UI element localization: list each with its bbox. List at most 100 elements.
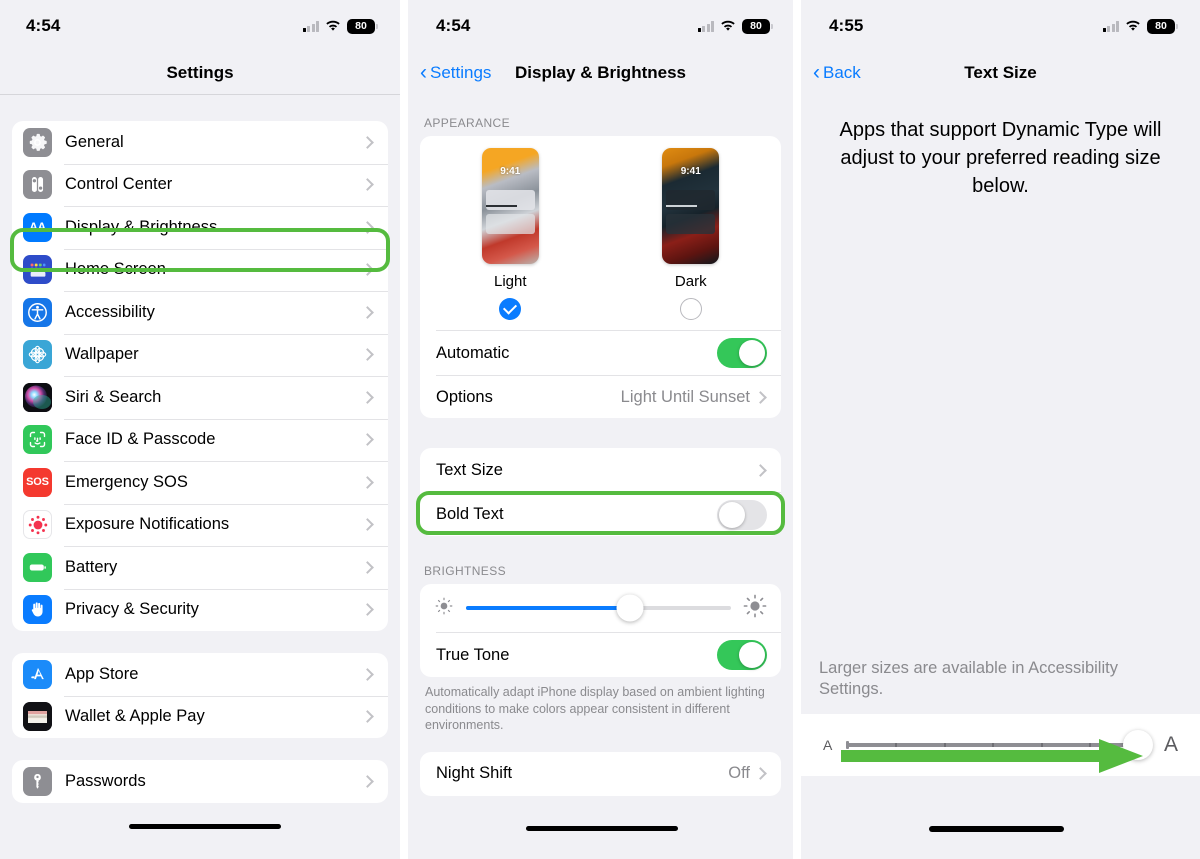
night-shift-card: Night Shift Off (420, 751, 781, 796)
appearance-option-dark[interactable]: 9:41 Dark (601, 148, 782, 320)
appearance-option-light[interactable]: 9:41 Light (420, 148, 601, 320)
gear-icon (23, 127, 52, 157)
settings-group-2: App Store Wallet & Apple Pay (12, 653, 388, 738)
sidebar-item-label: App Store (65, 664, 139, 683)
dark-wallpaper-preview: 9:41 (662, 148, 720, 264)
chevron-right-icon (361, 774, 374, 788)
cellular-bars-icon (302, 20, 319, 32)
cellular-bars-icon (1102, 20, 1119, 32)
sidebar-item-wallpaper[interactable]: Wallpaper (12, 333, 388, 377)
appearance-card: 9:41 Light 9:41 Dark Automatic Options L… (420, 136, 781, 418)
chevron-right-icon (361, 603, 374, 617)
chevron-right-icon (361, 475, 374, 489)
size-label-small: A (823, 737, 833, 753)
text-size-track[interactable] (846, 730, 1153, 760)
chevron-right-icon (754, 390, 767, 404)
page-title: Text Size (964, 63, 1037, 82)
sidebar-item-label: Passwords (65, 771, 146, 790)
sidebar-item-privacy-security[interactable]: Privacy & Security (12, 588, 388, 632)
sidebar-item-general[interactable]: General (12, 121, 388, 164)
battery-icon: 80 (347, 18, 378, 34)
status-indicators: 80 (1102, 18, 1178, 34)
bold-text-toggle[interactable] (717, 499, 767, 530)
preview-time: 9:41 (500, 166, 521, 177)
back-button-label: Settings (430, 63, 492, 82)
sidebar-item-label: Siri & Search (65, 387, 162, 406)
brightness-card: True Tone (420, 584, 781, 677)
sidebar-item-label: Wallpaper (65, 345, 139, 364)
home-screen-icon (23, 255, 52, 285)
navigation-bar: Settings (0, 52, 400, 94)
night-shift-label: Night Shift (436, 764, 513, 783)
bold-text-row[interactable]: Bold Text (420, 493, 781, 536)
battery-percent: 80 (355, 19, 367, 32)
automatic-toggle[interactable] (717, 338, 767, 368)
wifi-icon (720, 20, 736, 32)
control-center-icon (23, 170, 52, 200)
sidebar-item-home-screen[interactable]: Home Screen (12, 248, 388, 292)
navigation-bar: ‹ Back Text Size (801, 52, 1200, 94)
settings-list-panel: 4:54 80 Settings General Control Center … (0, 0, 400, 859)
brightness-high-icon (743, 594, 767, 623)
automatic-row[interactable]: Automatic (420, 331, 781, 375)
sidebar-item-exposure-notifications[interactable]: Exposure Notifications (12, 503, 388, 547)
display-brightness-panel: 4:54 80 ‹ Settings Display & Brightness … (408, 0, 793, 859)
true-tone-toggle[interactable] (717, 640, 767, 670)
light-radio-selected[interactable] (499, 298, 522, 320)
options-row[interactable]: Options Light Until Sunset (420, 376, 781, 418)
chevron-right-icon (754, 767, 767, 781)
accessibility-icon (23, 297, 52, 327)
text-size-thumb[interactable] (1122, 730, 1153, 760)
sidebar-item-wallet-apple-pay[interactable]: Wallet & Apple Pay (12, 695, 388, 739)
sidebar-item-app-store[interactable]: App Store (12, 653, 388, 696)
display-brightness-icon: AA (23, 212, 52, 242)
appearance-options: 9:41 Light 9:41 Dark (420, 136, 781, 330)
status-indicators: 80 (697, 18, 773, 34)
accessibility-note: Larger sizes are available in Accessibil… (819, 659, 1118, 699)
sidebar-item-display-brightness[interactable]: AA Display & Brightness (12, 206, 388, 249)
sidebar-item-battery[interactable]: Battery (12, 546, 388, 589)
sidebar-item-accessibility[interactable]: Accessibility (12, 291, 388, 334)
navigation-bar: ‹ Settings Display & Brightness (408, 52, 793, 94)
passwords-key-icon (23, 766, 52, 796)
dark-radio-unselected[interactable] (679, 298, 702, 320)
battery-icon: 80 (1147, 18, 1178, 34)
page-title: Settings (166, 63, 234, 82)
home-indicator (929, 826, 1064, 832)
sidebar-item-label: Battery (65, 557, 118, 576)
sidebar-item-label: Home Screen (65, 260, 166, 279)
brightness-section-header: BRIGHTNESS (424, 564, 507, 578)
sidebar-item-passwords[interactable]: Passwords (12, 760, 388, 803)
text-settings-card: Text Size Bold Text (420, 448, 781, 536)
true-tone-footnote: Automatically adapt iPhone display based… (425, 685, 765, 733)
sidebar-item-label: Exposure Notifications (65, 515, 230, 534)
text-size-panel: 4:55 80 ‹ Back Text Size Apps that suppo… (801, 0, 1200, 859)
sidebar-item-siri-search[interactable]: Siri & Search (12, 376, 388, 419)
home-indicator (526, 826, 678, 831)
wifi-icon (325, 20, 341, 32)
chevron-left-icon: ‹ (420, 60, 427, 84)
chevron-right-icon (361, 710, 374, 724)
home-indicator (129, 824, 281, 829)
settings-group-1: General Control Center AA Display & Brig… (12, 121, 388, 631)
dynamic-type-description: Apps that support Dynamic Type will adju… (839, 119, 1162, 197)
wallet-icon (23, 702, 52, 732)
back-button[interactable]: ‹ Back (813, 62, 861, 83)
sidebar-item-face-id-passcode[interactable]: Face ID & Passcode (12, 418, 388, 462)
sos-icon: SOS (23, 467, 52, 497)
panel-gutter-2 (793, 0, 801, 859)
brightness-track[interactable] (466, 594, 731, 622)
page-title: Display & Brightness (515, 63, 686, 82)
text-size-row[interactable]: Text Size (420, 448, 781, 492)
sidebar-item-label: Face ID & Passcode (65, 430, 216, 449)
true-tone-row[interactable]: True Tone (420, 633, 781, 677)
sidebar-item-control-center[interactable]: Control Center (12, 163, 388, 207)
back-button[interactable]: ‹ Settings (420, 60, 492, 84)
text-size-slider-card[interactable]: A A (801, 714, 1200, 776)
night-shift-row[interactable]: Night Shift Off (420, 752, 781, 796)
size-label-large: A (1163, 733, 1178, 756)
brightness-slider-row[interactable] (420, 584, 781, 632)
bold-text-label: Bold Text (436, 505, 504, 523)
panel-gutter-1 (400, 0, 408, 859)
sidebar-item-emergency-sos[interactable]: SOS Emergency SOS (12, 461, 388, 504)
